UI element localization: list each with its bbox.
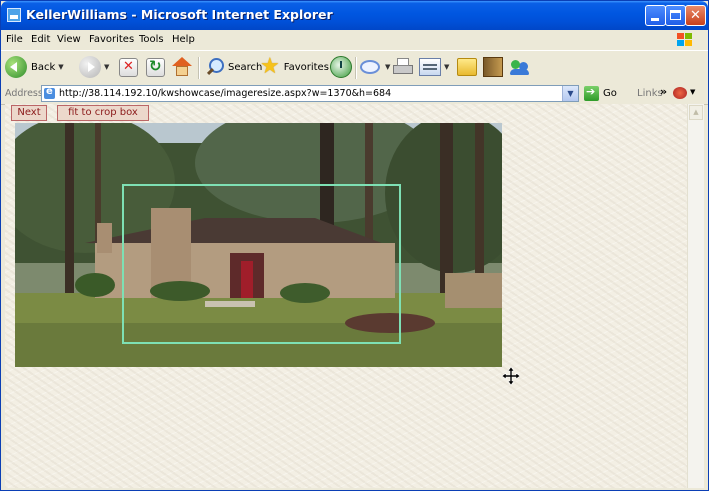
back-arrow-icon: [5, 56, 27, 78]
stop-button[interactable]: [119, 55, 138, 79]
refresh-button[interactable]: [146, 55, 165, 79]
home-button[interactable]: [171, 55, 193, 79]
minimize-icon: [651, 18, 659, 21]
favorites-star-icon: ★: [260, 54, 280, 79]
minimize-button[interactable]: [645, 5, 666, 26]
edit-icon: [419, 58, 441, 76]
favorites-label: Favorites: [283, 61, 329, 73]
edit-dropdown-icon[interactable]: ▼: [444, 63, 449, 71]
mail-icon: [360, 58, 382, 76]
address-bar: Address http://38.114.192.10/kwshowcase/…: [1, 84, 708, 105]
back-button[interactable]: Back ▼: [5, 55, 64, 79]
vertical-scrollbar[interactable]: ▲: [687, 104, 704, 488]
go-arrow-icon: [584, 85, 599, 101]
forward-dropdown-icon[interactable]: ▼: [104, 63, 109, 71]
home-icon: [171, 57, 193, 77]
scroll-up-arrow-icon[interactable]: ▲: [689, 105, 703, 120]
crop-box[interactable]: [122, 184, 401, 344]
move-cursor-icon: [501, 366, 521, 386]
close-button[interactable]: ✕: [685, 5, 706, 26]
search-icon: [204, 57, 224, 77]
close-icon: ✕: [690, 8, 701, 23]
next-button[interactable]: Next: [11, 105, 47, 121]
favorites-button[interactable]: ★ Favorites: [260, 55, 329, 79]
address-url[interactable]: http://38.114.192.10/kwshowcase/imageres…: [59, 88, 391, 99]
mail-button[interactable]: ▼: [360, 55, 390, 79]
fit-to-crop-box-button[interactable]: fit to crop box: [57, 105, 149, 121]
go-button[interactable]: Go: [584, 85, 617, 102]
refresh-icon: [146, 57, 165, 77]
menu-file[interactable]: File: [6, 34, 23, 45]
menu-view[interactable]: View: [57, 34, 81, 45]
back-dropdown-icon[interactable]: ▼: [58, 63, 63, 71]
forward-arrow-icon: [79, 56, 101, 78]
page-icon: [44, 86, 55, 99]
toolbar-separator: [355, 57, 357, 79]
menu-favorites[interactable]: Favorites: [89, 34, 134, 45]
menu-edit[interactable]: Edit: [31, 34, 50, 45]
history-button[interactable]: [330, 55, 352, 79]
research-book-icon: [483, 57, 503, 77]
maximize-button[interactable]: [665, 5, 686, 26]
menu-tools[interactable]: Tools: [139, 34, 164, 45]
address-input[interactable]: http://38.114.192.10/kwshowcase/imageres…: [41, 85, 579, 102]
research-button[interactable]: [483, 55, 503, 79]
print-icon: [392, 57, 414, 77]
search-button[interactable]: Search: [204, 55, 262, 79]
folder-icon: [457, 58, 477, 76]
browser-window: KellerWilliams - Microsoft Internet Expl…: [0, 0, 709, 491]
messenger-button[interactable]: [509, 55, 531, 79]
ie-window-icon[interactable]: [7, 8, 21, 22]
address-dropdown-icon[interactable]: ▼: [562, 86, 578, 101]
extension-dropdown-icon[interactable]: ▼: [690, 88, 695, 96]
maximize-icon: [670, 10, 681, 20]
forward-button[interactable]: ▼: [79, 55, 109, 79]
edit-button[interactable]: ▼: [419, 55, 449, 79]
menu-help[interactable]: Help: [172, 34, 195, 45]
links-chevron-icon[interactable]: »: [660, 85, 667, 98]
search-label: Search: [228, 61, 263, 73]
history-icon: [330, 56, 352, 78]
back-label: Back: [31, 61, 56, 73]
folder-button[interactable]: [457, 55, 477, 79]
title-bar[interactable]: KellerWilliams - Microsoft Internet Expl…: [1, 1, 708, 30]
window-title: KellerWilliams - Microsoft Internet Expl…: [26, 7, 333, 22]
windows-logo-icon: [677, 33, 692, 46]
toolbar-separator: [198, 57, 200, 79]
standard-toolbar: Back ▼ ▼ Search ★ Favorites ▼ ▼: [1, 50, 708, 85]
print-button[interactable]: [392, 55, 414, 79]
links-label[interactable]: Links: [637, 88, 663, 99]
stop-icon: [119, 57, 138, 77]
address-label: Address: [5, 88, 43, 99]
messenger-icon: [509, 57, 531, 77]
menu-bar: File Edit View Favorites Tools Help: [1, 30, 708, 49]
extension-icon[interactable]: [673, 87, 687, 99]
go-label: Go: [603, 88, 617, 99]
mail-dropdown-icon[interactable]: ▼: [385, 63, 390, 71]
